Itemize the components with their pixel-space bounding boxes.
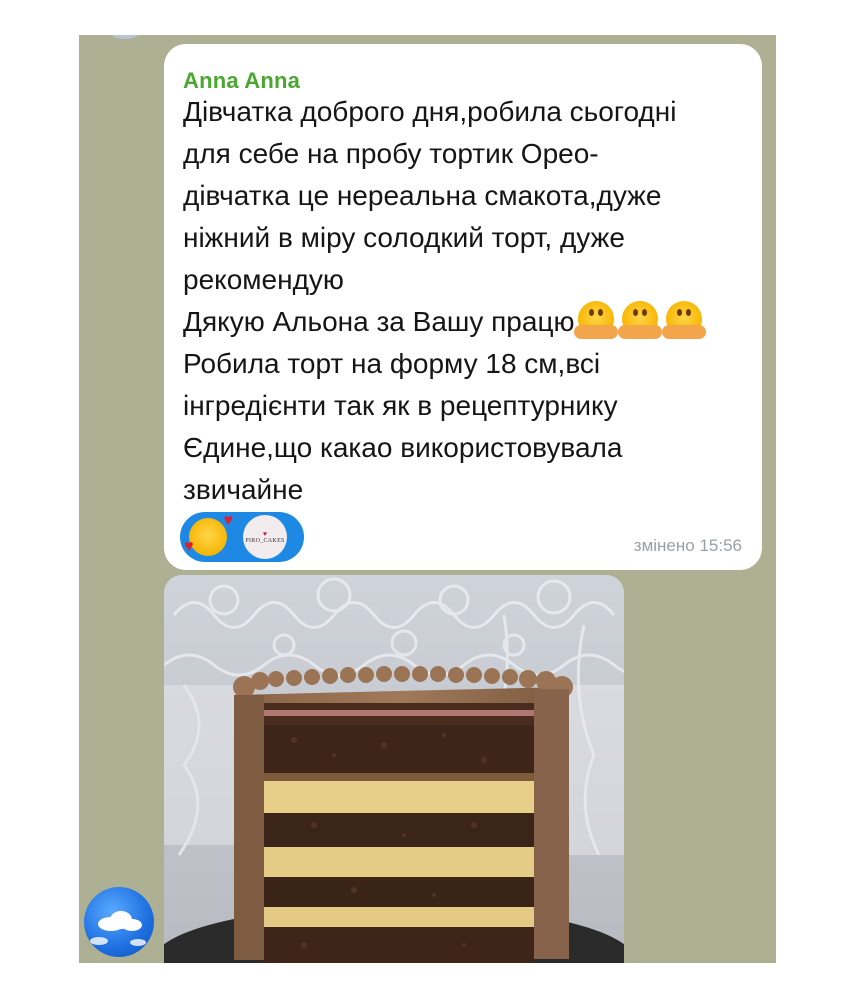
message-line: звичайне xyxy=(183,474,304,505)
hugging-face-icon xyxy=(662,301,707,339)
reactor-avatar-label: PIRO_CAKES xyxy=(245,537,285,544)
message-line: Єдине,що какао використовувала xyxy=(183,432,623,463)
message-line: Дякую Альона за Вашу працю xyxy=(183,306,575,337)
message-line: для себе на пробу тортик Орео- xyxy=(183,138,599,169)
message-line: рекомендую xyxy=(183,264,344,295)
reaction-pill[interactable]: ♥ PIRO_CAKES xyxy=(180,512,304,562)
cake-photo[interactable] xyxy=(164,575,624,963)
hugging-face-icon xyxy=(574,301,619,339)
hugging-face-icon xyxy=(618,301,663,339)
message-line: інгредієнти так як в рецептурнику xyxy=(183,390,618,421)
sender-avatar[interactable] xyxy=(84,887,154,957)
message-line: Дівчатка доброго дня,робила сьогодні xyxy=(183,96,677,127)
message-line: дівчатка це нереальна смакота,дуже xyxy=(183,180,662,211)
message-line: ніжний в міру солодкий торт, дуже xyxy=(183,222,625,253)
smiling-face-with-hearts-icon xyxy=(184,512,233,556)
cake-photo-image xyxy=(164,575,624,963)
message-line: Робила торт на форму 18 см,всі xyxy=(183,348,601,379)
message-timestamp: змінено 15:56 xyxy=(633,536,742,555)
message-text: Дівчатка доброго дня,робила сьогодні для… xyxy=(183,91,758,511)
reactor-avatar[interactable]: ♥ PIRO_CAKES xyxy=(243,515,287,559)
message-line-with-emoji: Дякую Альона за Вашу працю xyxy=(183,301,758,343)
message-bubble[interactable]: Anna Anna Дівчатка доброго дня,робила сь… xyxy=(164,44,762,570)
chat-background: Anna Anna Дівчатка доброго дня,робила сь… xyxy=(79,35,776,963)
previous-avatar-edge xyxy=(105,35,145,39)
